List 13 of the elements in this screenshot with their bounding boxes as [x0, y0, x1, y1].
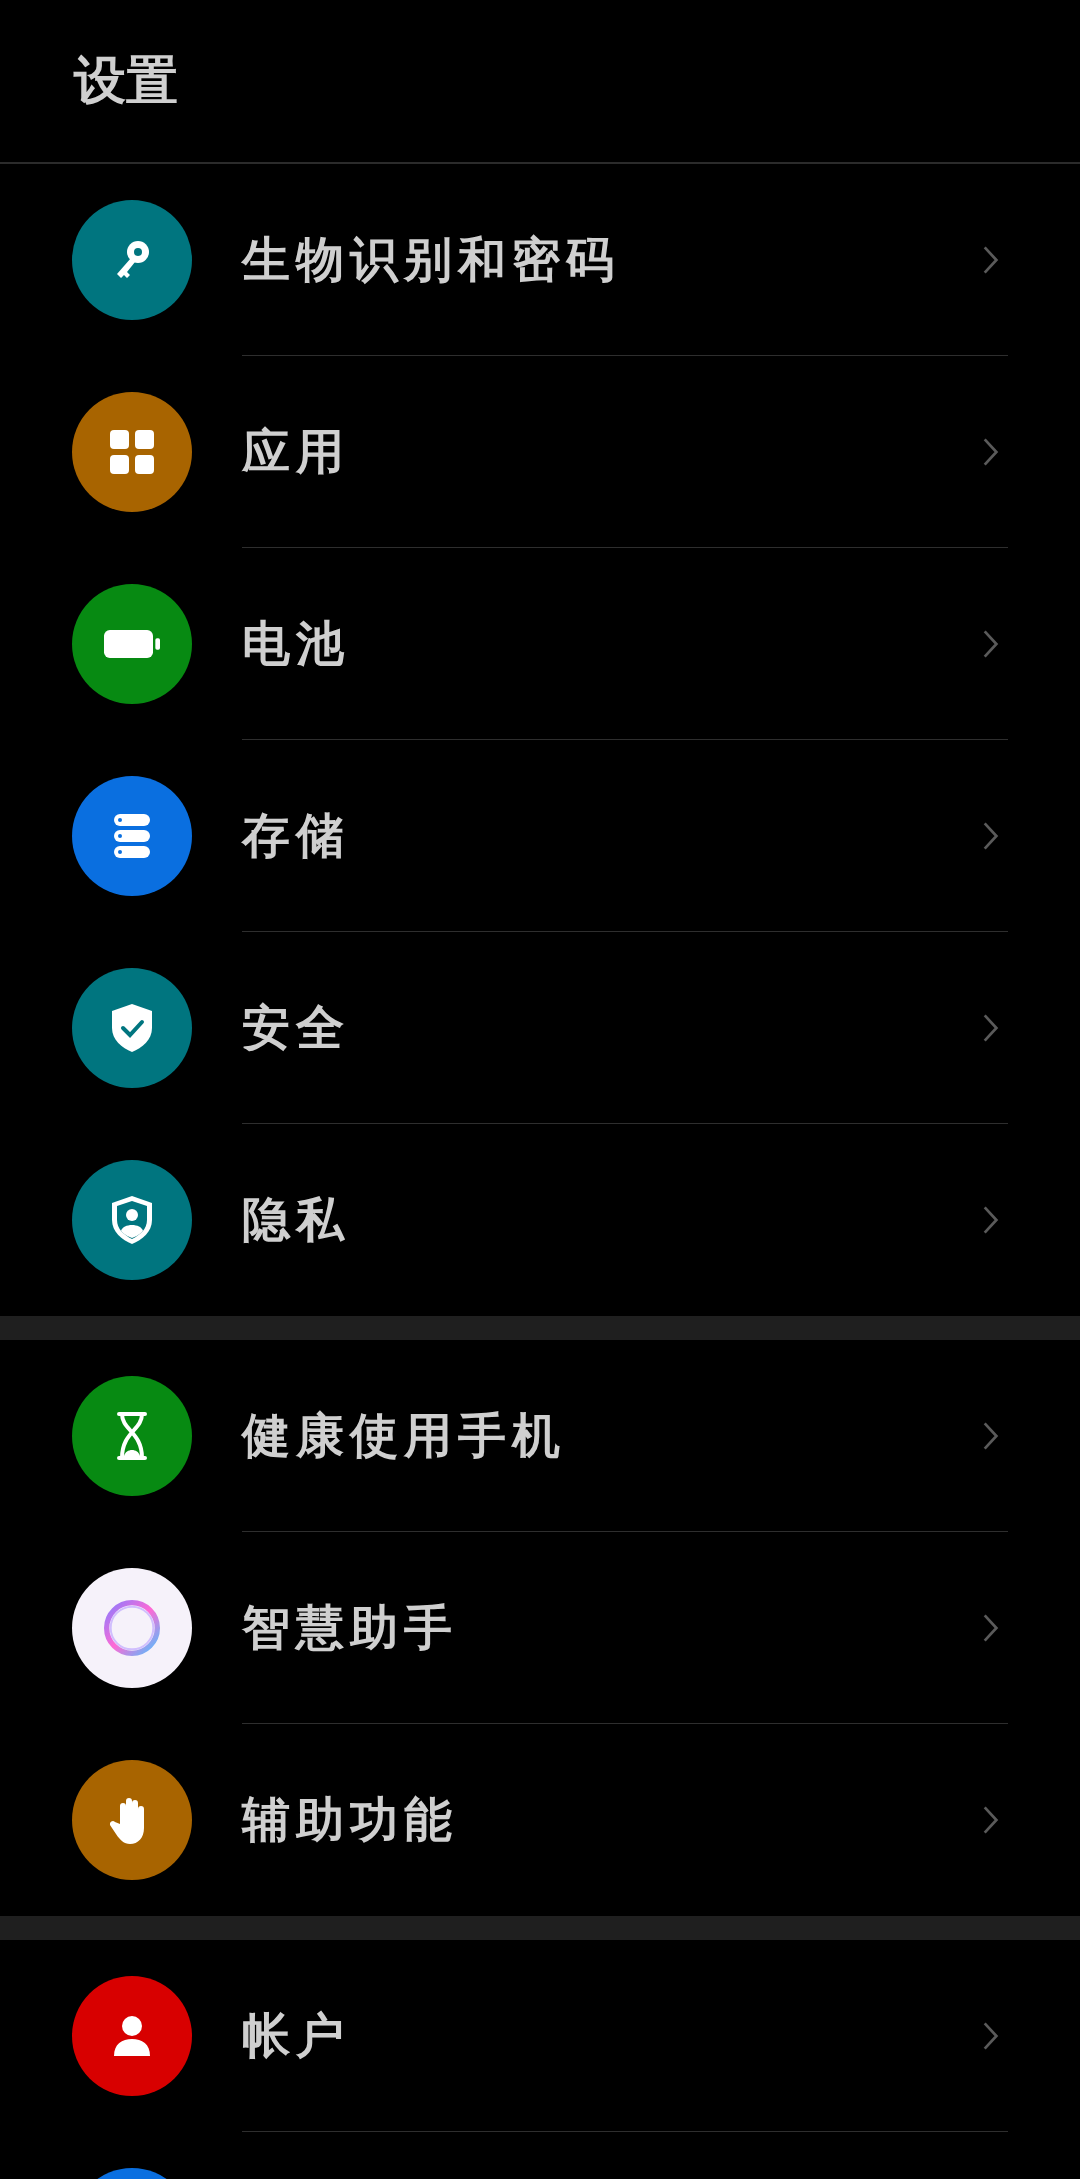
- settings-item-label[interactable]: 辅助功能: [242, 1788, 458, 1852]
- settings-item-label[interactable]: 帐户: [242, 2003, 350, 2068]
- settings-item-label[interactable]: 生物识别和密码: [242, 227, 620, 292]
- settings-item-label[interactable]: 隐私: [242, 1188, 350, 1252]
- chevron-icon: [982, 1804, 1000, 1836]
- chevron-icon: [982, 1204, 1000, 1236]
- settings-item-label[interactable]: 健康使用手机: [242, 1403, 566, 1468]
- settings-item-label[interactable]: 应用: [242, 419, 350, 484]
- settings-item-label[interactable]: 智慧助手: [242, 1595, 458, 1660]
- page-title: 设置: [74, 49, 178, 112]
- settings-item-label[interactable]: 存储: [242, 803, 350, 868]
- settings-item-label[interactable]: 电池: [242, 611, 350, 676]
- settings-item-label[interactable]: 安全: [242, 995, 350, 1060]
